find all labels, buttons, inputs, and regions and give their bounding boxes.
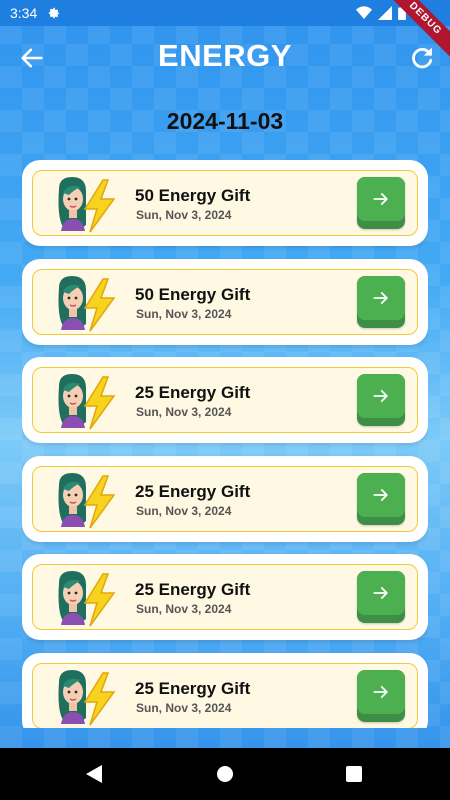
arrow-right-icon (373, 587, 388, 600)
claim-button[interactable] (357, 275, 405, 328)
arrow-right-icon (373, 291, 388, 304)
lightning-bolt-icon (83, 672, 116, 726)
gift-list: 50 Energy Gift Sun, Nov 3, 2024 50 Energ… (22, 160, 428, 728)
lightning-bolt-icon (83, 475, 116, 529)
system-nav-bar (0, 748, 450, 800)
gift-card[interactable]: 25 Energy Gift Sun, Nov 3, 2024 (22, 455, 428, 542)
gift-card[interactable]: 50 Energy Gift Sun, Nov 3, 2024 (22, 258, 428, 345)
lightning-bolt-icon (83, 573, 116, 627)
lightning-bolt-icon (83, 376, 116, 430)
gift-card-inner: 25 Energy Gift Sun, Nov 3, 2024 (32, 465, 418, 532)
gift-card-inner: 50 Energy Gift Sun, Nov 3, 2024 (32, 268, 418, 335)
gift-date: Sun, Nov 3, 2024 (136, 602, 232, 617)
claim-button[interactable] (357, 472, 405, 525)
settings-icon (49, 7, 60, 19)
gift-title: 50 Energy Gift (135, 284, 251, 304)
lightning-bolt-icon (83, 179, 116, 233)
arrow-right-icon (373, 193, 388, 205)
arrow-right-icon (373, 390, 388, 403)
claim-button[interactable] (357, 177, 405, 229)
gift-card[interactable]: 25 Energy Gift Sun, Nov 3, 2024 (22, 554, 428, 641)
gift-date: Sun, Nov 3, 2024 (136, 503, 232, 518)
gift-title: 25 Energy Gift (135, 383, 251, 403)
gift-title: 50 Energy Gift (135, 186, 251, 205)
nav-recent-apps-icon[interactable] (346, 766, 362, 782)
refresh-icon[interactable] (408, 44, 436, 72)
wifi-icon (356, 6, 372, 19)
gift-date: Sun, Nov 3, 2024 (136, 208, 232, 222)
gift-title: 25 Energy Gift (135, 481, 251, 501)
nav-home-icon[interactable] (217, 766, 233, 782)
gift-card-inner: 25 Energy Gift Sun, Nov 3, 2024 (32, 367, 418, 434)
claim-button[interactable] (357, 374, 405, 427)
page-title: ENERGY (158, 38, 292, 73)
status-time: 3:34 (10, 5, 38, 21)
gift-title: 25 Energy Gift (135, 678, 251, 698)
signal-icon (378, 6, 392, 20)
gift-card-inner: 25 Energy Gift Sun, Nov 3, 2024 (32, 662, 418, 728)
date-heading: 2024-11-03 (166, 108, 284, 134)
gift-date: Sun, Nov 3, 2024 (136, 700, 232, 715)
claim-button[interactable] (357, 669, 405, 722)
claim-button[interactable] (357, 571, 405, 624)
arrow-right-icon (373, 686, 388, 698)
gift-card[interactable]: 25 Energy Gift Sun, Nov 3, 2024 (22, 357, 428, 444)
gift-date: Sun, Nov 3, 2024 (136, 405, 232, 420)
gift-card-inner: 25 Energy Gift Sun, Nov 3, 2024 (32, 564, 418, 631)
gift-card-inner: 50 Energy Gift Sun, Nov 3, 2024 (32, 170, 418, 236)
gift-card[interactable]: 50 Energy Gift Sun, Nov 3, 2024 (22, 160, 428, 246)
nav-back-icon[interactable] (86, 765, 102, 783)
gift-card[interactable]: 25 Energy Gift Sun, Nov 3, 2024 (22, 652, 428, 728)
lightning-bolt-icon (83, 277, 116, 332)
status-bar: 3:34 DEBUG (0, 0, 450, 65)
gift-date: Sun, Nov 3, 2024 (136, 306, 232, 321)
arrow-right-icon (373, 488, 388, 501)
gift-title: 25 Energy Gift (135, 580, 251, 600)
app-bar: ENERGY (0, 26, 450, 90)
